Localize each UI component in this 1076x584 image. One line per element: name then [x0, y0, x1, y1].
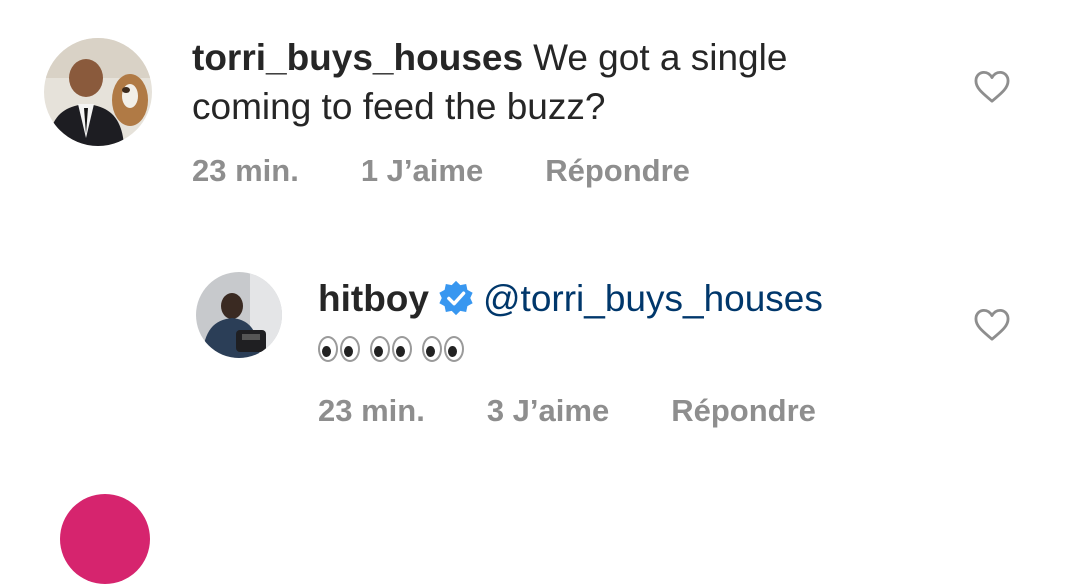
avatar-photo-icon — [196, 272, 282, 358]
reply-button[interactable]: Répondre — [545, 153, 690, 189]
comment-meta: 23 min. 3 J’aime Répondre — [318, 393, 816, 429]
comment-timestamp[interactable]: 23 min. — [192, 153, 299, 189]
like-button[interactable] — [973, 70, 1011, 104]
comment-body: torri_buys_houses We got a single coming … — [192, 33, 912, 131]
comment-meta: 23 min. 1 J’aime Répondre — [192, 153, 690, 189]
comment-mention-link[interactable]: @torri_buys_houses — [483, 278, 823, 319]
heart-outline-icon — [974, 70, 1010, 103]
like-button[interactable] — [973, 308, 1011, 342]
comment-emoji-text — [318, 323, 938, 375]
verified-badge-icon — [437, 279, 475, 317]
avatar[interactable] — [44, 38, 152, 146]
avatar-photo-icon — [44, 38, 152, 146]
heart-outline-icon — [974, 308, 1010, 341]
avatar[interactable] — [60, 494, 150, 584]
comment-item: torri_buys_houses We got a single coming … — [0, 0, 1076, 230]
comment-username[interactable]: torri_buys_houses — [192, 37, 523, 78]
comment-reply-item: hitboy @torri_buys_houses 23 min. 3 J’ai… — [0, 230, 1076, 470]
comment-username[interactable]: hitboy — [318, 278, 429, 319]
eyes-emoji-icon — [318, 336, 464, 362]
comment-likes-count[interactable]: 3 J’aime — [487, 393, 609, 429]
comment-timestamp[interactable]: 23 min. — [318, 393, 425, 429]
comment-body: hitboy @torri_buys_houses — [318, 274, 938, 375]
comment-likes-count[interactable]: 1 J’aime — [361, 153, 483, 189]
reply-button[interactable]: Répondre — [671, 393, 816, 429]
avatar[interactable] — [196, 272, 282, 358]
